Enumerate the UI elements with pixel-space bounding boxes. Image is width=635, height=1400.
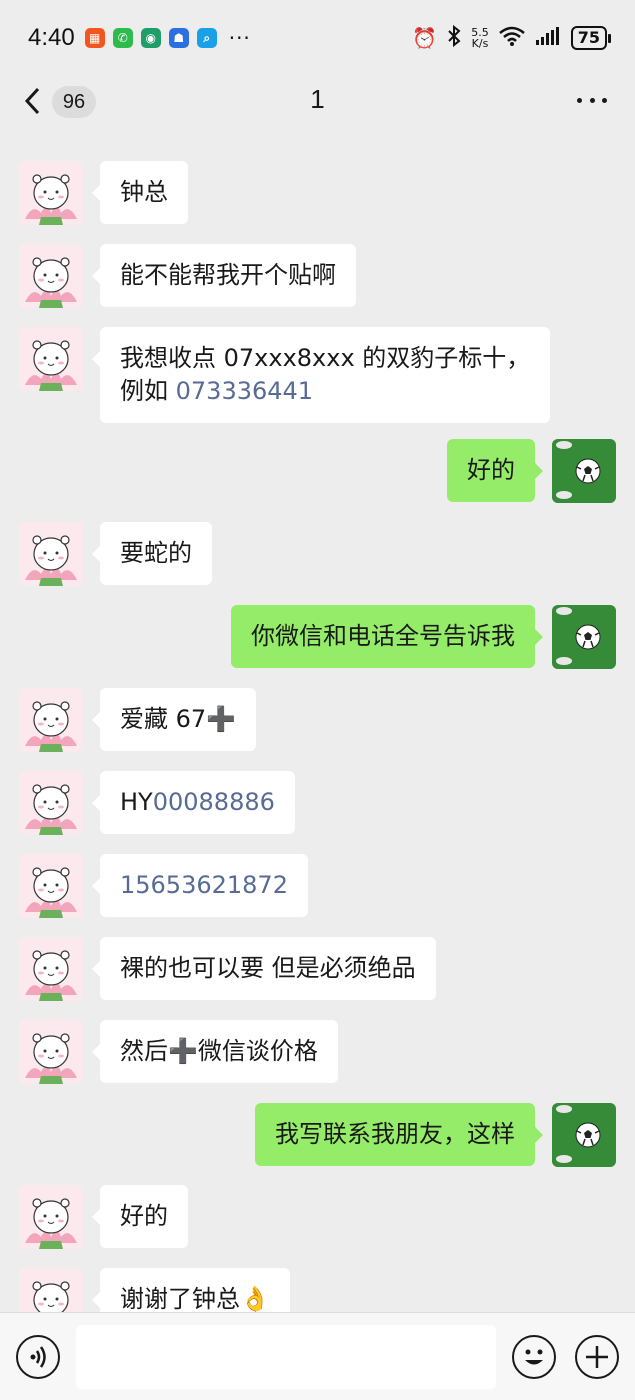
network-speed: 5.5 K/s	[471, 26, 489, 50]
my-avatar[interactable]	[552, 605, 616, 669]
contact-avatar[interactable]	[19, 327, 83, 391]
contact-avatar[interactable]	[19, 1020, 83, 1084]
message-bubble[interactable]: 钟总	[92, 161, 188, 224]
message-text: 好的	[120, 1202, 168, 1230]
voice-input-button[interactable]	[16, 1335, 60, 1379]
message-line: 例如 073336441	[120, 375, 530, 408]
message-bubble[interactable]: HY00088886	[92, 771, 295, 834]
message-line: 裸的也可以要 但是必须绝品	[120, 952, 416, 985]
contact-avatar[interactable]	[19, 688, 83, 752]
chat-header: 96 1	[0, 76, 635, 128]
alarm-icon: ⏰	[412, 26, 438, 50]
message-bubble[interactable]: 你微信和电话全号告诉我	[231, 605, 543, 668]
input-bar	[0, 1312, 635, 1400]
plus-icon	[586, 1346, 608, 1368]
message-line: 我想收点 07xxx8xxx 的双豹子标十，	[120, 342, 530, 375]
message-link[interactable]: 15653621872	[120, 871, 288, 899]
contact-avatar[interactable]	[19, 522, 83, 586]
contact-avatar[interactable]	[19, 161, 83, 225]
message-bubble[interactable]: 15653621872	[92, 854, 308, 917]
message-text: 你微信和电话全号告诉我	[251, 622, 515, 650]
my-avatar[interactable]	[552, 1103, 616, 1167]
emoji-glyph: ➕	[168, 1037, 198, 1065]
message-link[interactable]: 00088886	[153, 788, 275, 816]
contact-avatar[interactable]	[19, 1185, 83, 1249]
message-text: 好的	[467, 456, 515, 484]
app-notification-icon: ▦	[84, 28, 105, 48]
message-text: HY	[120, 788, 153, 816]
my-avatar[interactable]	[552, 439, 616, 503]
message-line: 我写联系我朋友，这样	[275, 1118, 515, 1151]
message-text: 微信谈价格	[197, 1037, 318, 1065]
contact-avatar[interactable]	[19, 771, 83, 835]
message-bubble[interactable]: 我想收点 07xxx8xxx 的双豹子标十， 例如 073336441	[91, 327, 551, 423]
message-line: 好的	[467, 454, 515, 487]
message-bubble[interactable]: 爱藏 67➕	[91, 688, 257, 751]
contact-avatar[interactable]	[19, 244, 83, 308]
message-line: 爱藏 67➕	[120, 703, 236, 736]
message-line: 然后➕微信谈价格	[120, 1035, 318, 1068]
message-text: 然后	[120, 1037, 168, 1065]
message-bubble[interactable]: 我写联系我朋友，这样	[255, 1103, 543, 1166]
message-text: 例如	[120, 377, 176, 405]
contact-avatar[interactable]	[19, 937, 83, 1001]
emoji-icon	[525, 1349, 543, 1365]
status-bar: 4:40 ▦ ✆ ◉ ☗ ⌕ ··· ⏰ 5.5 K/s 75	[0, 0, 635, 76]
message-line: 你微信和电话全号告诉我	[251, 620, 515, 653]
message-text: 谢谢了钟总	[120, 1285, 240, 1312]
add-attachment-button[interactable]	[575, 1335, 619, 1379]
message-text: 我写联系我朋友，这样	[275, 1120, 515, 1148]
chat-title: 1	[310, 84, 325, 114]
battery-indicator: 75	[570, 26, 612, 50]
message-text: 爱藏 67	[120, 705, 207, 733]
phone-notification-icon: ✆	[112, 28, 133, 48]
message-line: 要蛇的	[120, 537, 192, 570]
message-line: 谢谢了钟总👌	[120, 1283, 270, 1312]
status-time: 4:40	[28, 24, 75, 51]
message-link[interactable]: 073336441	[176, 377, 313, 405]
message-input[interactable]	[76, 1325, 496, 1389]
app-notification-icon-3: ☗	[168, 28, 189, 48]
emoji-glyph: 👌	[240, 1285, 270, 1312]
contact-avatar[interactable]	[19, 1268, 83, 1312]
message-text: 我想收点 07xxx8xxx 的双豹子标十，	[120, 344, 531, 372]
message-line: 钟总	[120, 176, 168, 209]
emoji-glyph: ➕	[206, 705, 237, 733]
more-notifications-icon: ···	[228, 26, 251, 50]
message-bubble[interactable]: 谢谢了钟总👌	[92, 1268, 290, 1312]
voice-icon	[30, 1346, 46, 1368]
message-line: 好的	[120, 1200, 168, 1233]
more-options-button[interactable]	[577, 98, 607, 106]
message-line: 能不能帮我开个贴啊	[120, 259, 336, 292]
message-text: 裸的也可以要 但是必须绝品	[120, 954, 416, 982]
message-line: HY00088886	[120, 786, 275, 819]
message-text: 能不能帮我开个贴啊	[120, 261, 336, 289]
message-bubble[interactable]: 裸的也可以要 但是必须绝品	[92, 937, 436, 1000]
contact-avatar[interactable]	[19, 854, 83, 918]
message-bubble[interactable]: 能不能帮我开个贴啊	[92, 244, 356, 307]
app-notification-icon-2: ◉	[140, 28, 161, 48]
wifi-icon	[498, 26, 525, 51]
message-text: 钟总	[120, 178, 168, 206]
message-list[interactable]: 钟总能不能帮我开个贴啊我想收点 07xxx8xxx 的双豹子标十， 例如 0733…	[0, 150, 635, 1312]
message-bubble[interactable]: 好的	[92, 1185, 188, 1248]
more-horizontal-icon	[577, 98, 582, 103]
bluetooth-icon	[447, 24, 461, 52]
message-line: 15653621872	[120, 869, 288, 902]
signal-icon	[535, 26, 561, 51]
message-bubble[interactable]: 然后➕微信谈价格	[92, 1020, 338, 1083]
message-bubble[interactable]: 要蛇的	[92, 522, 212, 585]
emoji-button[interactable]	[512, 1335, 556, 1379]
message-text: 要蛇的	[120, 539, 192, 567]
message-bubble[interactable]: 好的	[447, 439, 543, 502]
search-app-notification-icon: ⌕	[196, 28, 217, 48]
